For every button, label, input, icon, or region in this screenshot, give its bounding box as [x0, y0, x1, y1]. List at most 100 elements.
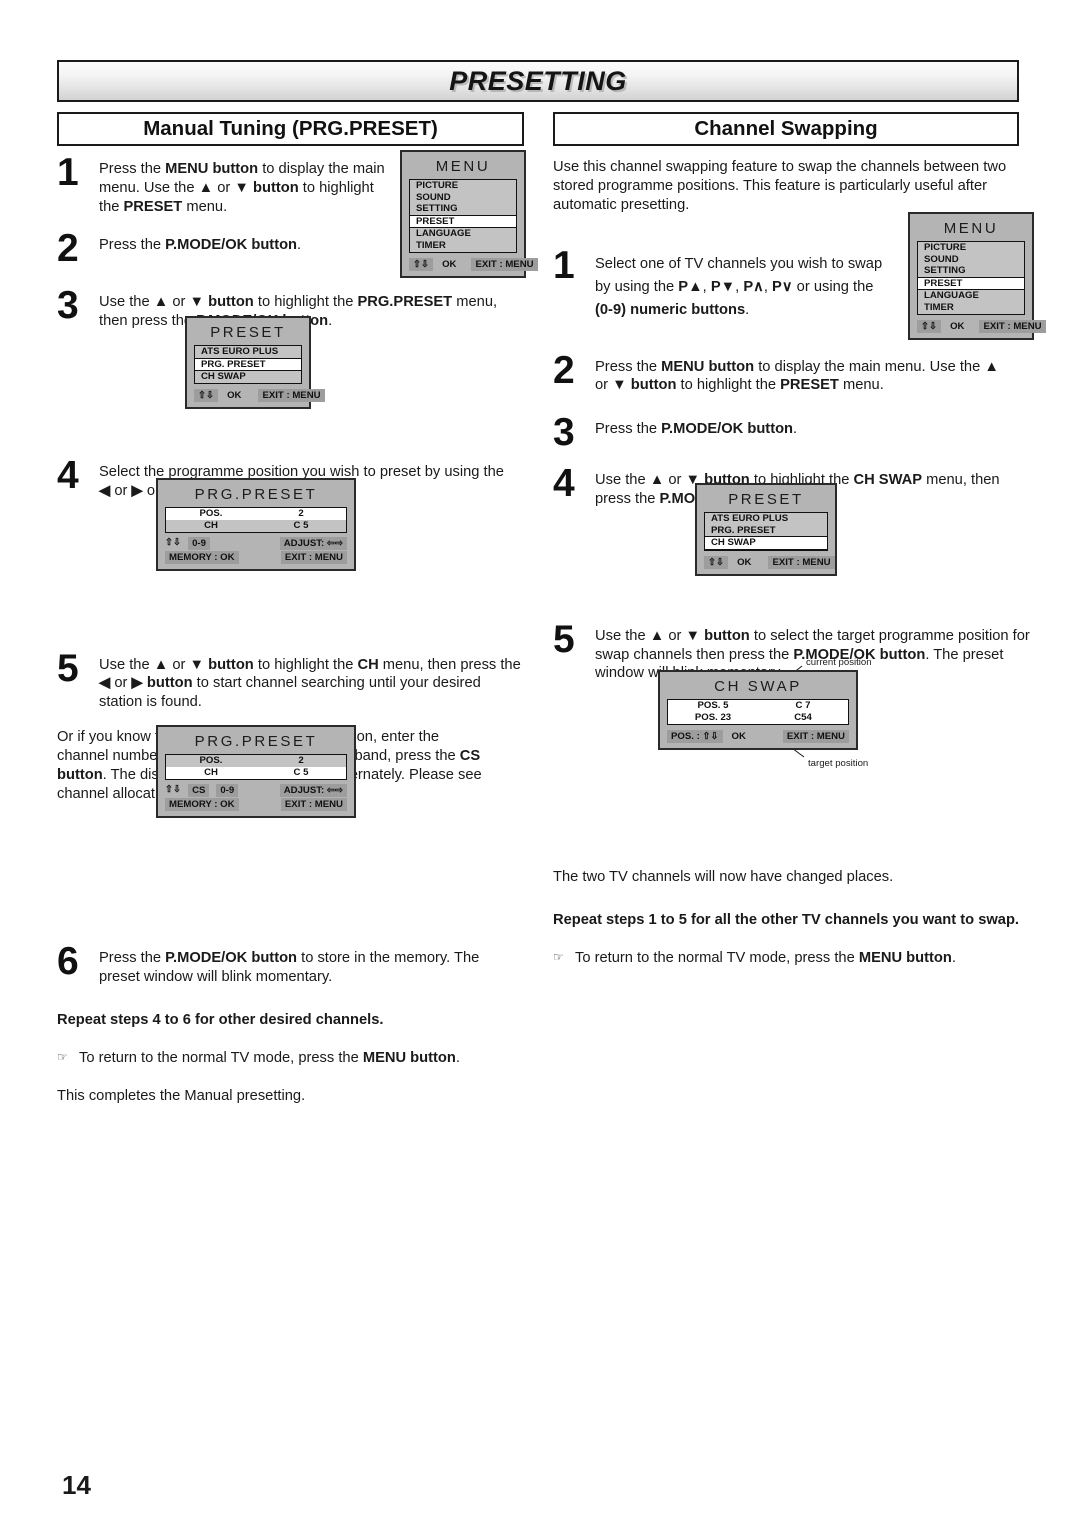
osd-prg2-numeric-label: 0-9: [216, 784, 239, 797]
pointing-hand-icon-right: ☞: [553, 950, 564, 965]
osd-preset-left-footer: ⇧⇩ OK EXIT : MENU: [194, 384, 325, 402]
left-return-note-text: To return to the normal TV mode, press t…: [79, 1050, 460, 1067]
page-number: 14: [62, 1470, 91, 1500]
right-step-3-number: 3: [553, 411, 575, 455]
osd-exit-label[interactable]: EXIT : MENU: [258, 388, 325, 402]
osd-preset-left-list[interactable]: ATS EURO PLUS PRG. PRESET CH SWAP: [194, 345, 302, 384]
right-step-4-number: 4: [553, 462, 575, 506]
osd-ch-swap-row-target[interactable]: POS. 23 C54: [668, 712, 848, 724]
osd-prg-preset-1-rows[interactable]: POS. 2 CH C 5: [165, 507, 347, 533]
osd-preset-right-exit-label[interactable]: EXIT : MENU: [768, 555, 835, 569]
left-step-6-number: 6: [57, 940, 79, 984]
osd-prg1-row-ch[interactable]: CH C 5: [166, 520, 346, 532]
page-title-bar: PRESETTING: [57, 60, 1019, 102]
osd-preset-right-ok-label: OK: [737, 556, 752, 568]
osd-prg1-adjust-label: ADJUST: ⇦⇨: [279, 537, 347, 550]
osd-menu-item-language[interactable]: LANGUAGE: [918, 290, 1024, 302]
osd-prg-preset-2[interactable]: PRG.PRESET POS. 2 CH C 5 ⇧⇩ CS 0-9 MEMOR…: [156, 725, 356, 818]
osd-ch-swap-ok-label: OK: [731, 731, 746, 742]
osd-ch-swap-footer: POS. : ⇧⇩ OK EXIT : MENU: [667, 725, 849, 743]
osd-ch-swap-current-pos-label: POS. 5: [697, 700, 729, 711]
osd-preset-right-item-ats[interactable]: ATS EURO PLUS: [705, 513, 827, 525]
ch-swap-figure: current position target position CH SWAP…: [658, 657, 1008, 772]
osd-ch-swap-row-current[interactable]: POS. 5 C 7: [668, 700, 848, 712]
osd-menu-item-setting[interactable]: SETTING: [918, 265, 1024, 277]
right-repeat-note: Repeat steps 1 to 5 for all the other TV…: [553, 912, 1020, 929]
osd-prg2-pos-value: 2: [298, 755, 304, 766]
left-return-note: ☞ To return to the normal TV mode, press…: [57, 1049, 525, 1068]
osd-prg2-updown-arrows-icon: ⇧⇩: [165, 784, 182, 795]
osd-preset-right-list[interactable]: ATS EURO PLUS PRG. PRESET CH SWAP: [704, 512, 828, 551]
osd-ch-swap-rows[interactable]: POS. 5 C 7 POS. 23 C54: [667, 699, 849, 725]
osd-menu-left-title: MENU: [435, 158, 491, 175]
left-step-4-number: 4: [57, 453, 79, 497]
osd-menu-left-item-setting[interactable]: SETTING: [410, 203, 516, 215]
osd-menu-right-updown-arrows-icon: ⇧⇩: [917, 319, 942, 333]
osd-preset-right-title: PRESET: [728, 491, 804, 508]
section-title-manual-tuning: Manual Tuning (PRG.PRESET): [143, 117, 438, 140]
osd-prg1-row-pos[interactable]: POS. 2: [166, 508, 346, 520]
osd-menu-left-exit-label[interactable]: EXIT : MENU: [471, 257, 538, 271]
osd-menu-item-sound[interactable]: SOUND: [918, 253, 1024, 266]
osd-prg1-ch-label: CH: [204, 520, 218, 531]
osd-preset-right-footer: ⇧⇩ OK EXIT : MENU: [704, 551, 835, 569]
section-header-manual-tuning: Manual Tuning (PRG.PRESET): [57, 112, 524, 146]
osd-menu-item-preset[interactable]: PRESET: [918, 276, 1024, 291]
right-step-2-number: 2: [553, 348, 575, 392]
osd-main-menu-left[interactable]: MENU PICTURE SOUND SETTING PRESET LANGUA…: [400, 150, 538, 278]
osd-prg1-updown-arrows-icon: ⇧⇩: [165, 537, 182, 548]
osd-prg2-memory-label: MEMORY : OK: [165, 798, 239, 811]
osd-menu-item-picture[interactable]: PICTURE: [918, 242, 1024, 254]
osd-prg-preset-2-footer: ⇧⇩ CS 0-9 MEMORY : OK ADJUST: ⇦⇨ EXIT : …: [165, 780, 347, 811]
osd-ch-swap-target-pos-label: POS. 23: [694, 712, 732, 723]
right-step-2: 2 Press the MENU button to display the m…: [553, 351, 1019, 396]
right-step-1-text: Select one of TV channels you wish to sw…: [595, 256, 883, 318]
osd-main-menu-right[interactable]: MENU PICTURE SOUND SETTING PRESET LANGUA…: [908, 212, 1046, 340]
osd-ok-label: OK: [227, 389, 242, 401]
osd-item-ats-euro-plus[interactable]: ATS EURO PLUS: [195, 346, 301, 358]
osd-menu-left-item-language[interactable]: LANGUAGE: [410, 228, 516, 240]
osd-menu-left-item-sound[interactable]: SOUND: [410, 191, 516, 204]
osd-prg-preset-2-title: PRG.PRESET: [194, 733, 318, 750]
osd-item-ch-swap[interactable]: CH SWAP: [195, 371, 301, 383]
osd-prg-preset-1-title: PRG.PRESET: [194, 486, 318, 503]
osd-ch-swap-exit-label[interactable]: EXIT : MENU: [782, 730, 849, 743]
osd-prg2-pos-label: POS.: [199, 755, 223, 766]
right-column: Channel Swapping Use this channel swappi…: [553, 112, 1046, 969]
osd-prg2-row-pos[interactable]: POS. 2: [166, 755, 346, 767]
osd-menu-left-item-timer[interactable]: TIMER: [410, 239, 516, 252]
osd-preset-menu-left[interactable]: PRESET ATS EURO PLUS PRG. PRESET CH SWAP…: [185, 316, 325, 409]
osd-prg2-ch-label: CH: [204, 767, 218, 778]
right-step-5-number: 5: [553, 617, 575, 661]
osd-menu-right-list[interactable]: PICTURE SOUND SETTING PRESET LANGUAGE TI…: [917, 241, 1025, 315]
osd-ch-swap-pos-arrows-icon: POS. : ⇧⇩: [667, 730, 723, 743]
osd-menu-left-footer: ⇧⇩ OK EXIT : MENU: [409, 253, 538, 271]
osd-preset-right-item-prg-preset[interactable]: PRG. PRESET: [705, 524, 827, 537]
osd-prg1-exit-label[interactable]: EXIT : MENU: [280, 551, 347, 564]
osd-menu-left-updown-arrows-icon: ⇧⇩: [409, 257, 434, 271]
osd-preset-menu-right[interactable]: PRESET ATS EURO PLUS PRG. PRESET CH SWAP…: [695, 483, 837, 576]
osd-menu-left-item-picture[interactable]: PICTURE: [410, 180, 516, 192]
osd-prg-preset-1[interactable]: PRG.PRESET POS. 2 CH C 5 ⇧⇩ 0-9 MEMORY :…: [156, 478, 356, 571]
osd-prg-preset-2-rows[interactable]: POS. 2 CH C 5: [165, 754, 347, 780]
osd-prg2-row-ch[interactable]: CH C 5: [166, 767, 346, 779]
section-header-channel-swapping: Channel Swapping: [553, 112, 1019, 146]
osd-ch-swap[interactable]: CH SWAP POS. 5 C 7 POS. 23 C54 POS. : ⇧⇩…: [658, 670, 858, 750]
osd-ch-swap-current-ch-value: C 7: [795, 700, 811, 711]
section-title-channel-swapping: Channel Swapping: [694, 117, 878, 140]
osd-preset-right-item-ch-swap[interactable]: CH SWAP: [705, 536, 827, 550]
osd-ch-swap-title: CH SWAP: [714, 678, 802, 695]
osd-menu-left-item-preset[interactable]: PRESET: [410, 214, 516, 229]
osd-prg2-adjust-label: ADJUST: ⇦⇨: [279, 784, 347, 797]
osd-menu-right-footer: ⇧⇩ OK EXIT : MENU: [917, 315, 1046, 333]
left-step-5-text: Use the ▲ or ▼ button to highlight the C…: [99, 656, 521, 711]
osd-prg1-numeric-label: 0-9: [188, 537, 210, 550]
osd-menu-left-list[interactable]: PICTURE SOUND SETTING PRESET LANGUAGE TI…: [409, 179, 517, 253]
osd-prg2-exit-label[interactable]: EXIT : MENU: [280, 798, 347, 811]
osd-menu-item-timer[interactable]: TIMER: [918, 301, 1024, 314]
right-step-3: 3 Press the P.MODE/OK button.: [553, 413, 1019, 452]
osd-item-prg-preset[interactable]: PRG. PRESET: [195, 357, 301, 372]
left-step-1-text: Press the MENU button to display the mai…: [99, 161, 385, 215]
osd-menu-right-exit-label[interactable]: EXIT : MENU: [979, 319, 1046, 333]
right-return-note: ☞ To return to the normal TV mode, press…: [553, 949, 1019, 968]
